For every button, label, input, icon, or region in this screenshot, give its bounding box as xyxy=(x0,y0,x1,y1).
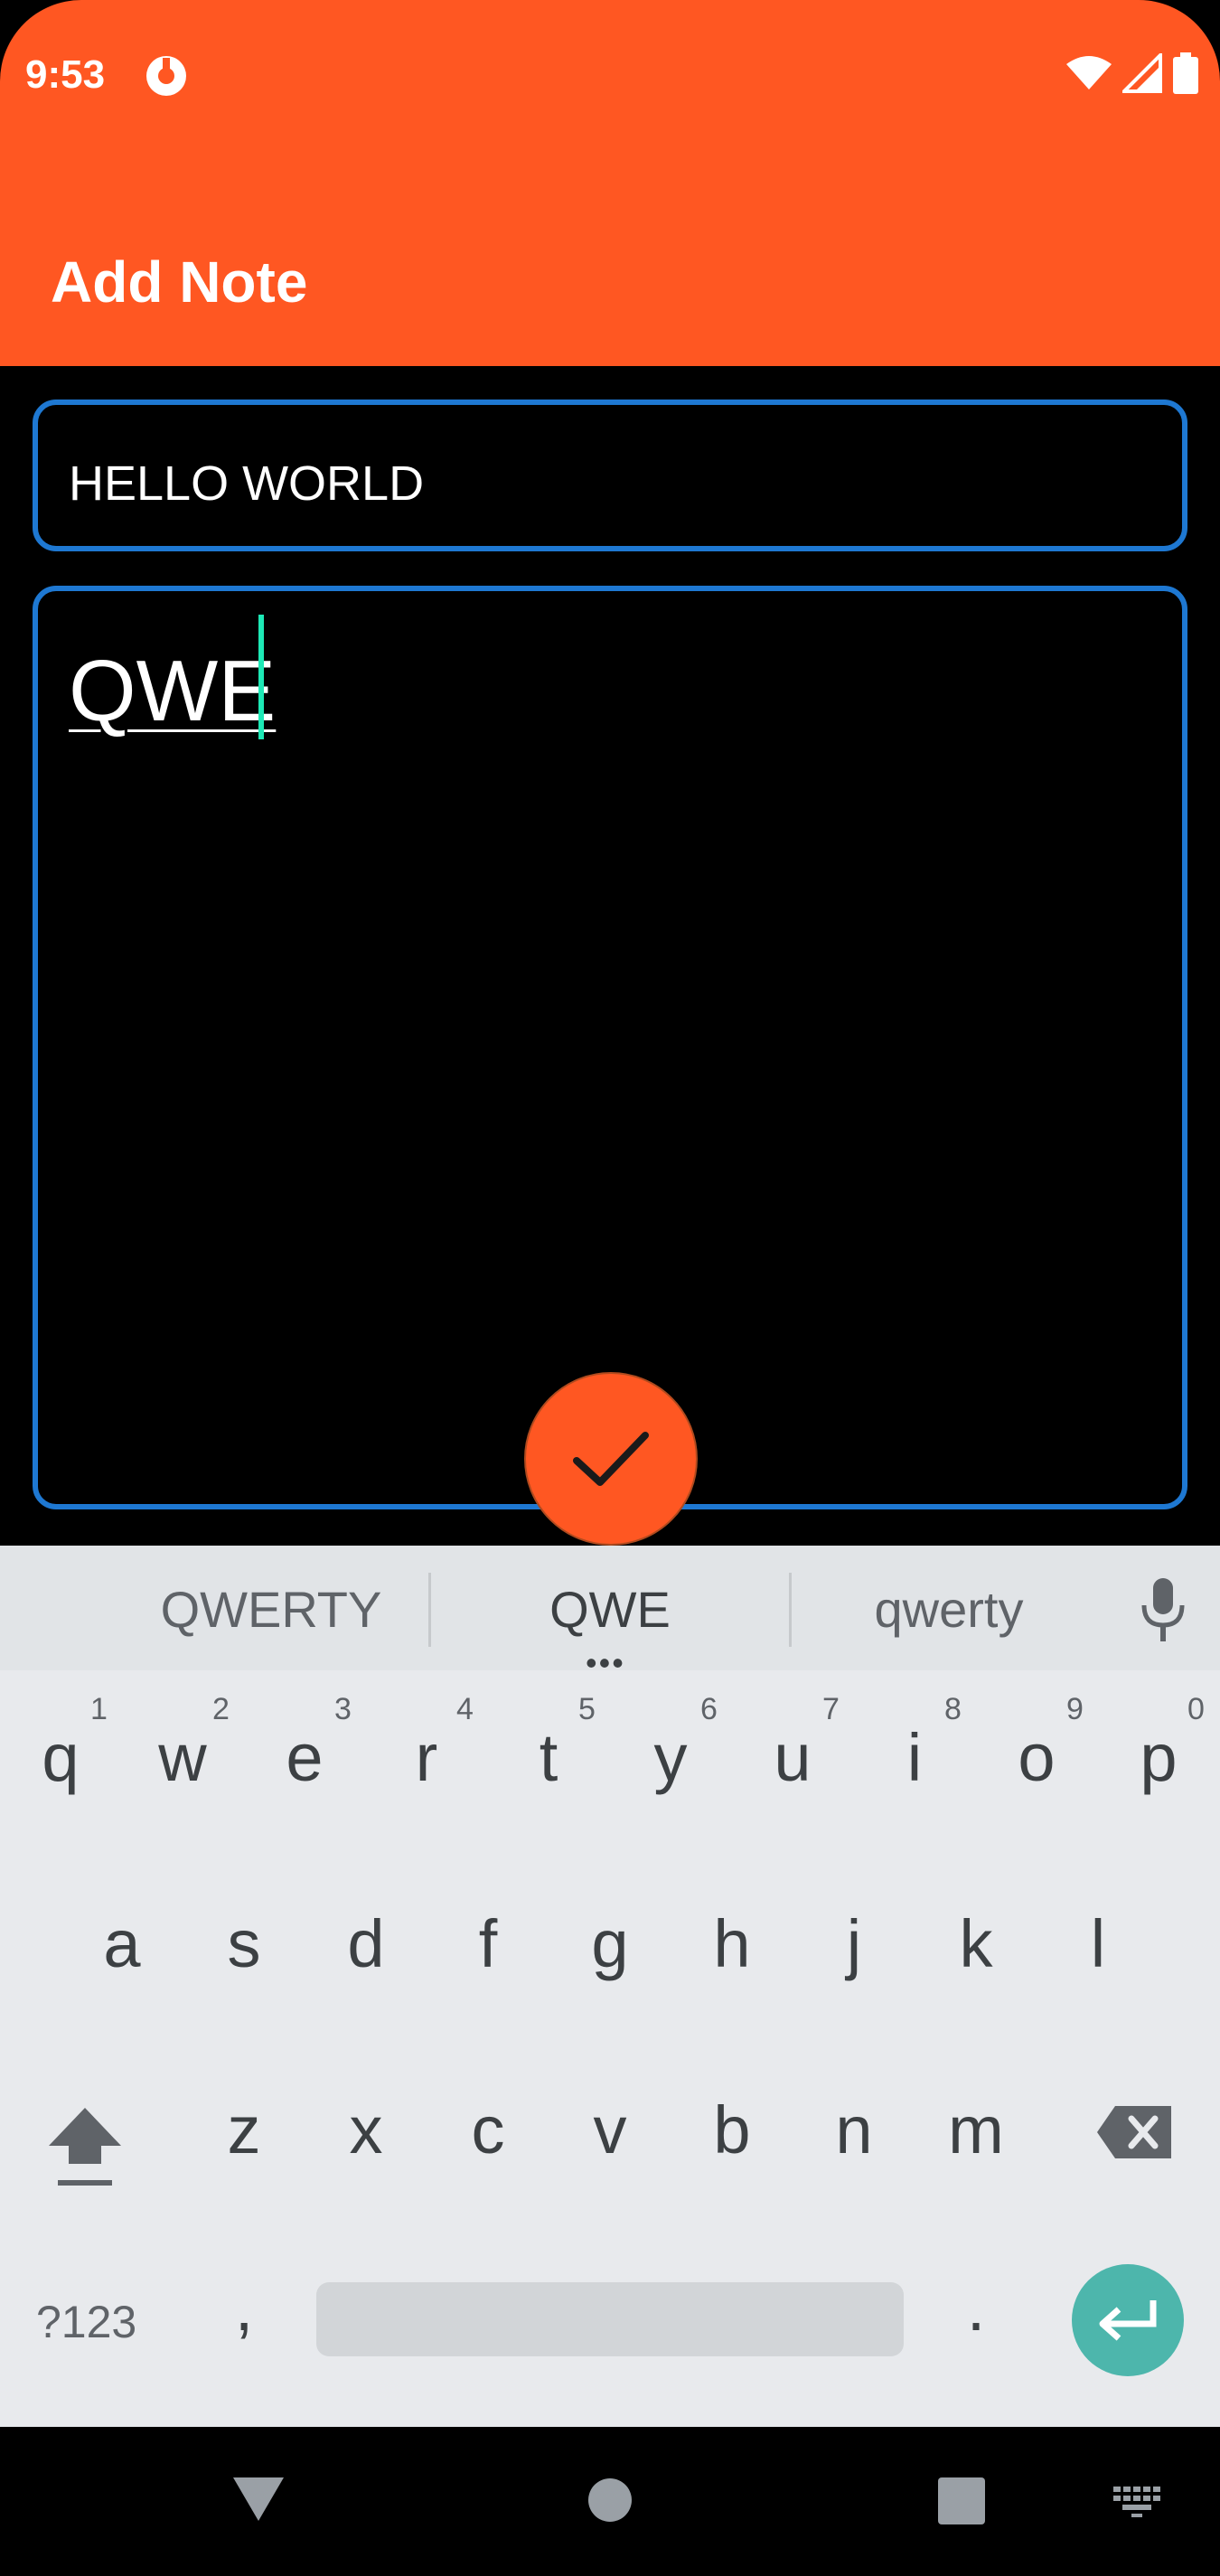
status-time: 9:53 xyxy=(25,52,106,97)
note-body-value: QWE xyxy=(69,643,277,739)
key-g[interactable]: g xyxy=(565,1905,655,1982)
suggestion-right[interactable]: qwerty xyxy=(813,1580,1084,1639)
signal-icon xyxy=(1122,53,1162,93)
note-title-input[interactable]: HELLO WORLD xyxy=(33,400,1187,551)
key-p[interactable]: p xyxy=(1113,1719,1204,1796)
key-n[interactable]: n xyxy=(809,2092,899,2168)
symbols-key[interactable]: ?123 xyxy=(36,2296,136,2348)
key-v[interactable]: v xyxy=(565,2092,655,2168)
key-s[interactable]: s xyxy=(199,1905,289,1982)
note-body-input[interactable]: QWE xyxy=(33,586,1187,1509)
shift-icon[interactable] xyxy=(45,2104,125,2195)
phone-screen: 9:53 Add Note HELLO WORLD QWE QWERTY QWE… xyxy=(0,0,1220,2576)
wifi-icon xyxy=(1066,56,1112,89)
backspace-icon[interactable] xyxy=(1095,2104,1173,2160)
app-notification-icon xyxy=(146,56,186,96)
key-h[interactable]: h xyxy=(687,1905,777,1982)
keyboard-switch-icon[interactable] xyxy=(1113,2487,1162,2519)
home-icon[interactable] xyxy=(587,2477,633,2523)
enter-icon xyxy=(1099,2300,1157,2341)
key-r[interactable]: r xyxy=(381,1719,472,1796)
note-title-value: HELLO WORLD xyxy=(69,456,425,511)
key-y[interactable]: y xyxy=(625,1719,716,1796)
key-q[interactable]: q xyxy=(15,1719,106,1796)
key-j[interactable]: j xyxy=(809,1905,899,1982)
key-t[interactable]: t xyxy=(503,1719,594,1796)
battery-icon xyxy=(1173,52,1198,94)
key-period[interactable]: . xyxy=(931,2269,1021,2346)
key-z[interactable]: z xyxy=(199,2092,289,2168)
key-i[interactable]: i xyxy=(869,1719,960,1796)
navigation-bar xyxy=(0,2427,1220,2576)
soft-keyboard: QWERTY QWE qwerty ••• 1 2 3 4 5 6 7 8 9 … xyxy=(0,1546,1220,2427)
key-k[interactable]: k xyxy=(931,1905,1021,1982)
key-a[interactable]: a xyxy=(77,1905,167,1982)
key-f[interactable]: f xyxy=(443,1905,533,1982)
back-icon[interactable] xyxy=(231,2474,286,2523)
key-comma[interactable]: , xyxy=(199,2269,289,2346)
key-u[interactable]: u xyxy=(747,1719,838,1796)
space-bar[interactable] xyxy=(316,2282,904,2356)
key-x[interactable]: x xyxy=(321,2092,411,2168)
suggestion-divider xyxy=(789,1573,792,1647)
key-d[interactable]: d xyxy=(321,1905,411,1982)
key-m[interactable]: m xyxy=(931,2092,1021,2168)
suggestion-divider xyxy=(428,1573,431,1647)
key-l[interactable]: l xyxy=(1053,1905,1143,1982)
mic-icon[interactable] xyxy=(1140,1578,1186,1643)
key-e[interactable]: e xyxy=(259,1719,350,1796)
text-cursor xyxy=(258,615,264,739)
key-b[interactable]: b xyxy=(687,2092,777,2168)
suggestion-center[interactable]: QWE xyxy=(474,1580,746,1639)
check-icon xyxy=(573,1432,649,1486)
app-bar: 9:53 Add Note xyxy=(0,0,1220,366)
recents-icon[interactable] xyxy=(938,2477,985,2524)
more-suggestions-icon: ••• xyxy=(586,1644,625,1681)
suggestion-strip: QWERTY QWE qwerty ••• xyxy=(0,1546,1220,1681)
page-title: Add Note xyxy=(51,249,308,315)
enter-key[interactable] xyxy=(1072,2264,1184,2376)
save-note-button[interactable] xyxy=(524,1372,698,1546)
status-icons xyxy=(1066,52,1198,94)
key-o[interactable]: o xyxy=(991,1719,1082,1796)
suggestion-left[interactable]: QWERTY xyxy=(136,1580,407,1639)
key-c[interactable]: c xyxy=(443,2092,533,2168)
key-w[interactable]: w xyxy=(137,1719,228,1796)
